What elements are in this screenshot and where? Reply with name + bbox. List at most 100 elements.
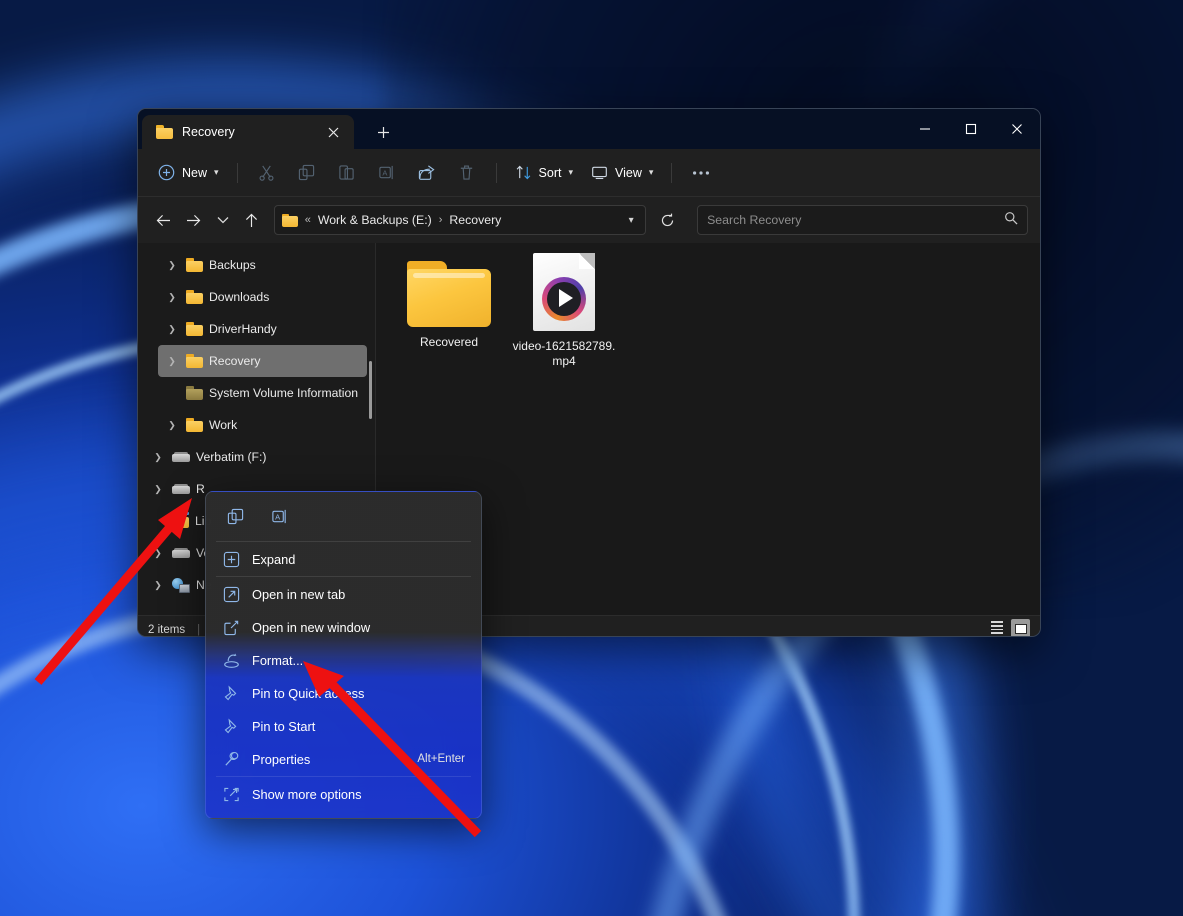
context-menu-item-label: Show more options [252,786,362,802]
drive-icon [172,483,190,496]
sidebar-scrollbar-thumb[interactable] [369,361,372,419]
context-menu-item-accelerator: Alt+Enter [417,753,465,765]
recent-locations-button[interactable] [209,205,236,235]
context-menu-item-label: Pin to Quick access [252,685,365,701]
context-menu-quick-actions: A [206,492,481,540]
close-button[interactable] [994,109,1040,149]
close-icon[interactable] [320,119,346,145]
chevron-right-icon[interactable]: ❯ [150,449,166,465]
see-more-button[interactable] [682,157,720,189]
context-menu-item-open-in-new-tab[interactable]: Open in new tab [210,578,477,610]
up-button[interactable] [238,205,265,235]
sort-button[interactable]: Sort ▾ [507,157,581,189]
sidebar-item-recovery[interactable]: ❯ Recovery [158,345,367,377]
context-menu-group: Open in new tab Open in new window Format.… [206,578,481,775]
library-icon [172,512,189,528]
list-item[interactable]: video-1621582789.mp4 [509,253,619,369]
breadcrumb-folder[interactable]: Recovery [449,213,501,227]
share-button[interactable] [408,157,446,189]
chevron-down-icon: ▾ [648,167,654,177]
minimize-button[interactable] [902,109,948,149]
context-menu-item-pin-to-quick-access[interactable]: Pin to Quick access [210,677,477,709]
breadcrumb-overflow[interactable]: « [303,214,313,226]
breadcrumb-drive[interactable]: Work & Backups (E:) [318,213,432,227]
sidebar-item-label: Downloads [209,290,270,304]
sidebar-item-label: Verbatim (F:) [196,450,267,464]
rename-button[interactable]: A [368,157,406,189]
maximize-button[interactable] [948,109,994,149]
svg-text:A: A [382,169,388,178]
back-button[interactable] [150,205,177,235]
folder-icon [156,125,173,139]
view-toggle-group [987,619,1030,636]
search-box[interactable] [697,205,1028,235]
search-icon[interactable] [1004,211,1018,230]
context-menu-item-label: Properties [252,751,311,767]
mp4-video-icon [533,253,595,331]
copy-icon[interactable] [218,499,252,533]
new-button-label: New [182,165,208,180]
open-new-tab-icon [222,585,240,603]
tab-recovery[interactable]: Recovery [142,115,354,149]
status-divider: | [197,623,201,636]
rename-icon[interactable]: A [262,499,296,533]
sidebar-item-label: R [196,482,205,496]
view-button[interactable]: View ▾ [583,157,661,189]
sidebar-item-downloads[interactable]: ❯ Downloads [158,281,367,313]
drive-icon [172,451,190,464]
divider [216,541,471,542]
context-menu-item-label: Open in new tab [252,586,346,602]
context-menu-item-label: Expand [252,551,296,567]
delete-button[interactable] [448,157,486,189]
context-menu-item-format[interactable]: Format... [210,644,477,676]
folder-icon [186,290,203,304]
context-menu-item-open-in-new-window[interactable]: Open in new window [210,611,477,643]
chevron-right-icon[interactable]: ❯ [164,353,180,369]
cut-button[interactable] [248,157,286,189]
sidebar-item-system-volume-information[interactable]: ❯System Volume Information [158,377,367,409]
drive-icon [172,547,190,560]
file-name: Recovered [419,335,479,349]
sidebar-item-verbatim-f[interactable]: ❯ Verbatim (F:) [144,441,367,473]
sidebar-item-driverhandy[interactable]: ❯ DriverHandy [158,313,367,345]
divider [216,576,471,577]
chevron-down-icon[interactable]: ▾ [622,215,641,226]
context-menu-item-label: Pin to Start [252,718,316,734]
chevron-right-icon[interactable]: ❯ [150,481,166,497]
open-new-window-icon [222,618,240,636]
command-bar: New ▾ A Sort ▾ View ▾ [138,149,1040,197]
new-tab-button[interactable] [370,119,396,145]
context-menu-group: Expand [206,543,481,575]
sidebar-item-backups[interactable]: ❯ Backups [158,249,367,281]
item-count: 2 items [148,623,186,636]
context-menu-item-properties[interactable]: Properties Alt+Enter [210,743,477,775]
chevron-down-icon: ▾ [568,167,574,177]
chevron-right-icon[interactable]: ❯ [150,545,166,561]
chevron-right-icon[interactable]: ❯ [164,321,180,337]
sidebar-item-work[interactable]: ❯ Work [158,409,367,441]
context-menu: A Expand Open in new tab Open in new wind… [205,491,482,819]
details-view-icon[interactable] [987,619,1006,636]
context-menu-item-pin-to-start[interactable]: Pin to Start [210,710,477,742]
pin-icon [222,717,240,735]
divider [495,162,497,183]
forward-button[interactable] [179,205,206,235]
chevron-right-icon[interactable]: ❯ [164,289,180,305]
chevron-right-icon[interactable]: ❯ [164,417,180,433]
folder-icon [281,213,298,227]
address-bar[interactable]: « Work & Backups (E:) › Recovery ▾ [273,205,646,235]
tab-label: Recovery [182,125,235,139]
search-input[interactable] [707,213,1004,227]
context-menu-item-show-more-options[interactable]: Show more options [210,778,477,810]
new-button[interactable]: New ▾ [150,157,227,189]
divider [671,162,673,183]
context-menu-item-label: Format... [252,652,304,668]
context-menu-item-expand[interactable]: Expand [210,543,477,575]
chevron-right-icon[interactable]: ❯ [164,257,180,273]
list-item[interactable]: Recovered [394,261,504,350]
copy-button[interactable] [288,157,326,189]
refresh-button[interactable] [654,205,681,235]
paste-button[interactable] [328,157,366,189]
chevron-right-icon[interactable]: ❯ [150,577,166,593]
large-icons-view-icon[interactable] [1011,619,1030,636]
